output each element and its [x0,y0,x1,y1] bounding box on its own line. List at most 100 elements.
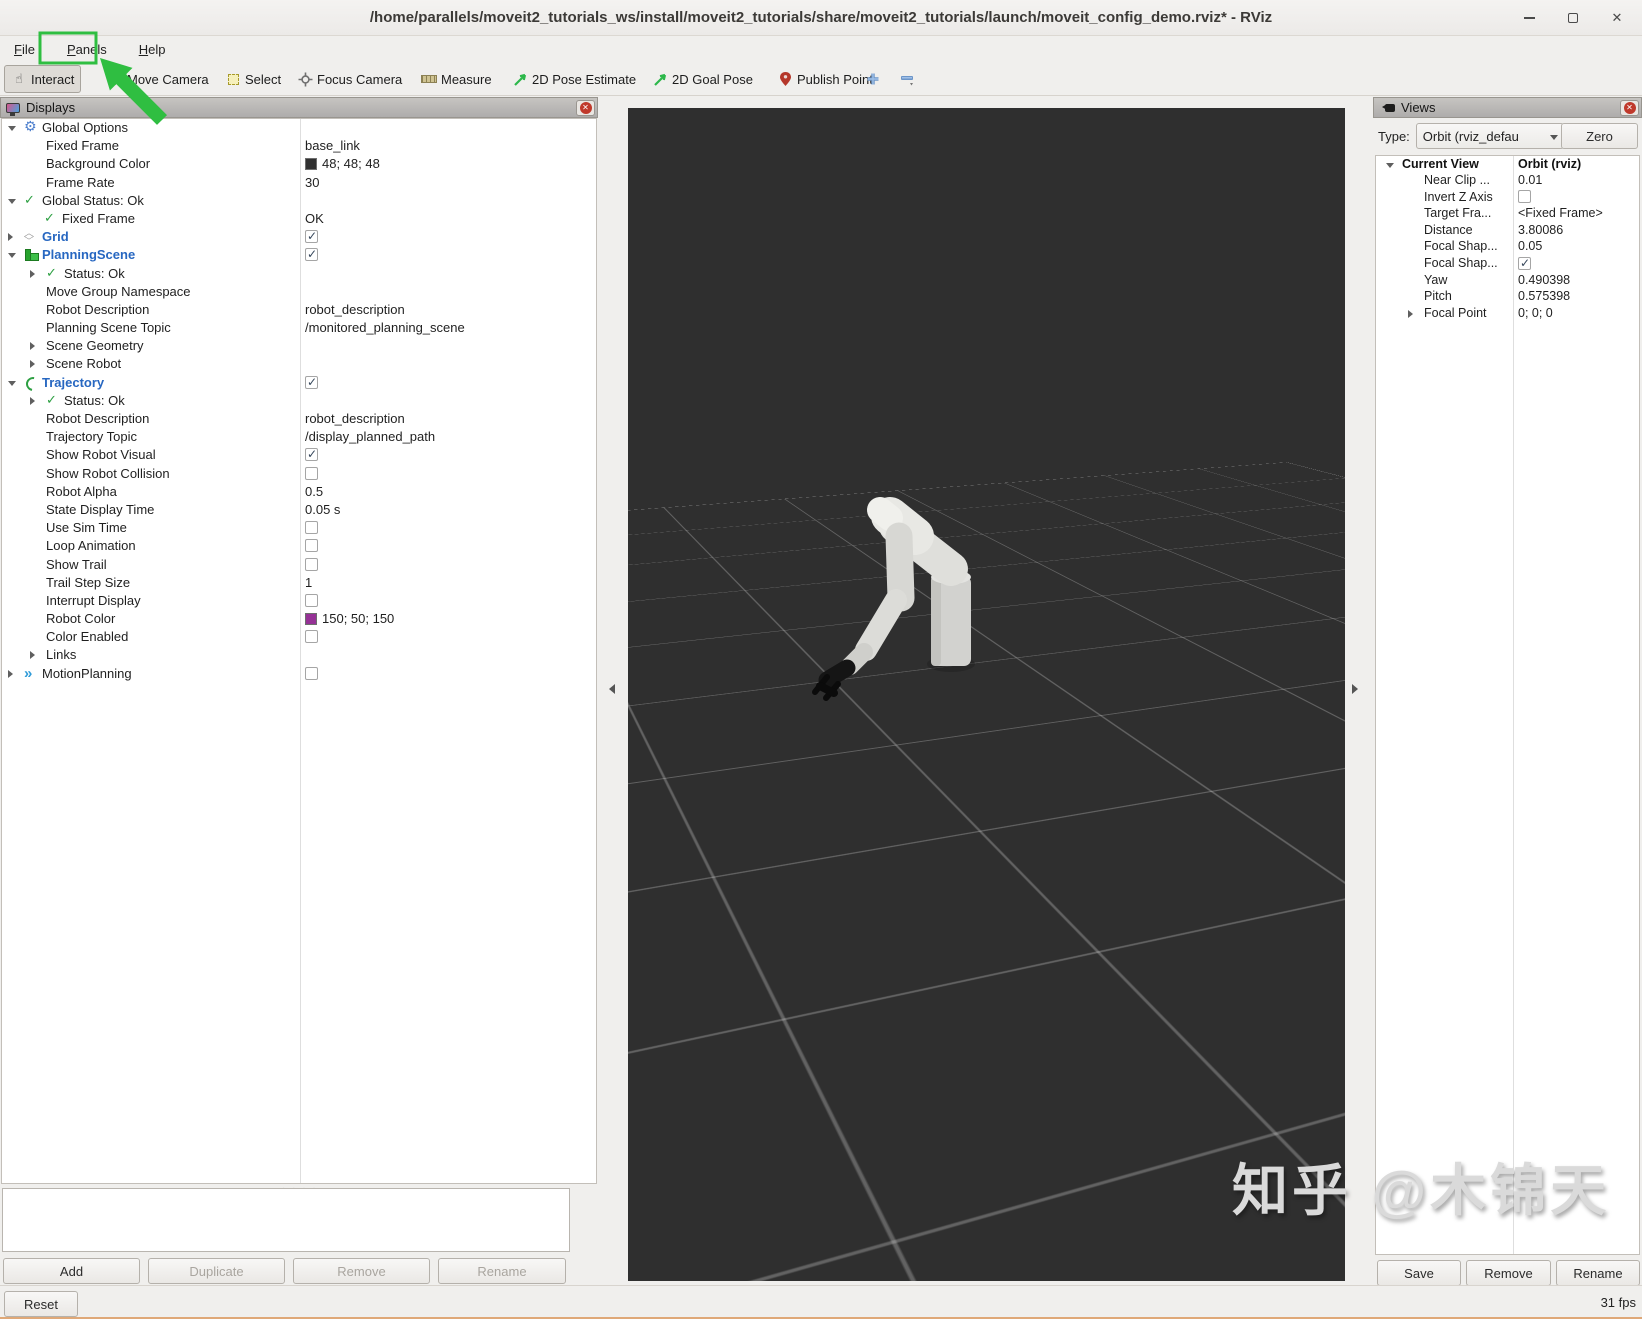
tool-measure[interactable]: Measure [414,65,499,93]
menu-help[interactable]: Help [135,40,170,59]
tool-interact[interactable]: ☝ Interact [4,65,82,93]
property-value[interactable]: OK [305,211,324,226]
property-row[interactable]: Trajectory [2,374,596,392]
property-row[interactable]: Robot Description robot_description [2,301,596,319]
displays-close-button[interactable]: ✕ [576,100,595,116]
property-row[interactable]: Near Clip ... 0.01 [1376,173,1639,190]
tool-select[interactable]: Select [218,65,288,93]
chevron-down-icon[interactable] [8,380,16,390]
property-value[interactable]: 1 [305,575,312,590]
property-row[interactable]: Trail Step Size 1 [2,574,596,592]
property-row[interactable]: Target Fra... <Fixed Frame> [1376,206,1639,223]
property-row[interactable]: Loop Animation [2,537,596,555]
property-row[interactable]: Fixed Frame OK [2,210,596,228]
menu-panels[interactable]: Panels [63,40,111,59]
property-row[interactable]: Show Trail [2,556,596,574]
property-row[interactable]: Status: Ok [2,265,596,283]
property-row[interactable]: Scene Robot [2,355,596,373]
property-row[interactable]: State Display Time 0.05 s [2,501,596,519]
add-tool-button[interactable] [858,65,888,93]
property-value[interactable]: robot_description [305,302,405,317]
property-row[interactable]: Frame Rate 30 [2,174,596,192]
property-value[interactable]: 30 [305,175,319,190]
property-value[interactable]: base_link [305,138,360,153]
property-row[interactable]: Grid [2,228,596,246]
tool-move-camera[interactable]: Move Camera [100,65,216,93]
property-value[interactable]: /display_planned_path [305,429,435,444]
property-row[interactable]: Move Group Namespace [2,283,596,301]
property-row[interactable]: Show Robot Collision [2,465,596,483]
property-value[interactable]: 0.490398 [1518,273,1570,287]
property-value[interactable]: robot_description [305,411,405,426]
remove-display-button[interactable]: Remove [293,1258,430,1284]
property-row[interactable]: Show Robot Visual [2,446,596,464]
views-panel-titlebar[interactable]: Views ✕ [1373,97,1642,118]
property-row[interactable]: Yaw 0.490398 [1376,272,1639,289]
property-row[interactable]: MotionPlanning [2,665,596,683]
checkbox-unchecked[interactable] [305,539,318,553]
window-titlebar[interactable]: /home/parallels/moveit2_tutorials_ws/ins… [0,0,1642,36]
minimize-button[interactable] [1518,7,1540,29]
property-row[interactable]: Distance 3.80086 [1376,222,1639,239]
property-row[interactable]: Background Color 48; 48; 48 [2,155,596,173]
displays-property-tree[interactable]: Global Options Fixed Frame base_link Backgr… [1,118,597,1184]
property-value[interactable]: 0.05 [1518,239,1542,253]
checkbox-checked[interactable] [305,229,318,244]
property-value[interactable]: 3.80086 [1518,223,1563,237]
tool-2d-goal-pose[interactable]: 2D Goal Pose [645,65,760,93]
property-value[interactable]: 48; 48; 48 [322,156,380,171]
remove-view-button[interactable]: Remove [1466,1260,1551,1286]
checkbox-checked[interactable] [1518,256,1531,270]
duplicate-display-button[interactable]: Duplicate [148,1258,285,1284]
chevron-right-icon[interactable] [30,342,39,351]
property-value[interactable]: 0.05 s [305,502,340,517]
checkbox-unchecked[interactable] [305,466,318,480]
chevron-down-icon[interactable] [8,126,16,135]
chevron-right-icon[interactable] [8,669,17,678]
property-row[interactable]: Robot Color 150; 50; 150 [2,610,596,628]
add-display-button[interactable]: Add [3,1258,140,1284]
property-row[interactable]: Color Enabled [2,628,596,646]
reset-button[interactable]: Reset [4,1291,78,1317]
rename-display-button[interactable]: Rename [438,1258,566,1284]
checkbox-checked[interactable] [305,447,318,462]
rename-view-button[interactable]: Rename [1556,1260,1640,1286]
checkbox-unchecked[interactable] [305,666,318,680]
chevron-right-icon[interactable] [30,360,39,369]
property-value[interactable]: 0.575398 [1518,289,1570,303]
chevron-right-icon[interactable] [30,396,39,405]
property-row[interactable]: Planning Scene Topic/monitored_planning_… [2,319,596,337]
property-value[interactable]: 0.5 [305,484,323,499]
views-close-button[interactable]: ✕ [1620,100,1639,116]
property-row[interactable]: Global Options [2,119,596,137]
property-value[interactable]: /monitored_planning_scene [305,320,465,335]
collapse-left-panel-arrow[interactable] [604,684,615,694]
checkbox-unchecked[interactable] [1518,190,1531,204]
view-type-combo[interactable]: Orbit (rviz_defau [1415,123,1564,149]
property-value[interactable]: 0; 0; 0 [1518,306,1553,320]
chevron-right-icon[interactable] [1408,310,1417,319]
close-button[interactable]: ✕ [1606,7,1628,29]
checkbox-checked[interactable] [305,247,318,262]
chevron-right-icon[interactable] [30,651,39,660]
property-value[interactable]: 0.01 [1518,173,1542,187]
save-view-button[interactable]: Save [1377,1260,1461,1286]
property-row[interactable]: Trajectory Topic/display_planned_path [2,428,596,446]
property-row[interactable]: Fixed Frame base_link [2,137,596,155]
checkbox-unchecked[interactable] [305,521,318,535]
property-row[interactable]: Interrupt Display [2,592,596,610]
property-row[interactable]: Current View Orbit (rviz) [1376,156,1639,173]
checkbox-unchecked[interactable] [305,630,318,644]
remove-tool-button[interactable] [893,65,923,93]
property-row[interactable]: Focal Point 0; 0; 0 [1376,305,1639,322]
property-row[interactable]: Invert Z Axis [1376,189,1639,206]
chevron-right-icon[interactable] [30,269,39,278]
checkbox-unchecked[interactable] [305,593,318,607]
property-row[interactable]: Focal Shap... 0.05 [1376,239,1639,256]
chevron-down-icon[interactable] [8,253,16,262]
property-row[interactable]: Global Status: Ok [2,192,596,210]
displays-panel-titlebar[interactable]: Displays ✕ [0,97,598,118]
property-row[interactable]: Links [2,646,596,664]
property-row[interactable]: Status: Ok [2,392,596,410]
property-value[interactable]: <Fixed Frame> [1518,206,1603,220]
